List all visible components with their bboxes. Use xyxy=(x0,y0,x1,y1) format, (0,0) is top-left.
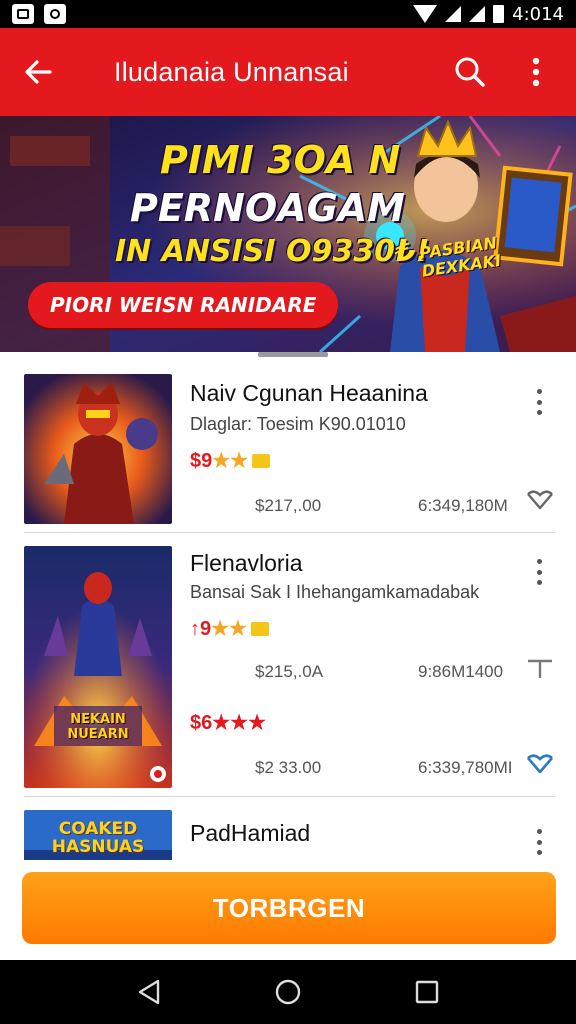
game-thumbnail[interactable] xyxy=(24,374,172,524)
game-price: $217,.00 xyxy=(255,496,322,515)
game-title: PadHamiad xyxy=(190,820,311,846)
app-bar: Iludanaia Unnansai xyxy=(0,28,576,116)
rating-value: $6 xyxy=(190,712,213,734)
list-item[interactable]: NEKAIN NUEARN Flenavloria Bansai Sak I I… xyxy=(0,534,576,797)
thumbnail-artwork xyxy=(24,374,172,524)
banner-headline-3: IN ANSISI O9330₺! xyxy=(115,234,430,269)
rating-stars: ★★ xyxy=(212,450,249,472)
game-downloads: 9:86M1400 xyxy=(418,662,504,681)
back-button[interactable] xyxy=(16,50,60,94)
app-notification-icon xyxy=(44,4,66,24)
nav-back-button[interactable] xyxy=(127,970,171,1014)
gallery-notification-icon xyxy=(12,4,34,24)
game-price: $215,.0A xyxy=(255,662,324,681)
like-badge-icon xyxy=(250,622,269,636)
list-divider xyxy=(24,796,556,797)
game-subtitle: Bansai Sak I Ihehangamkamadabak xyxy=(190,582,480,602)
list-item[interactable]: COAKED HASNUAS PadHamiad xyxy=(0,798,576,860)
banner-headline-2: PERNOAGAM xyxy=(130,186,405,230)
search-icon xyxy=(455,57,485,87)
rating-stars: ★★★ xyxy=(212,712,267,734)
banner-headline-1: PIMI 3OA N xyxy=(160,138,401,182)
wishlist-icon[interactable] xyxy=(526,490,554,512)
battery-icon xyxy=(493,5,505,23)
game-rating-secondary: $6★★★ xyxy=(190,710,266,735)
home-circle-icon xyxy=(275,979,301,1005)
banner-cta-button[interactable]: PIORI WEISN RANIDARE xyxy=(28,282,339,328)
signal-icon-2 xyxy=(469,6,486,22)
item-menu-button[interactable] xyxy=(528,556,550,588)
list-item[interactable]: Naiv Cgunan Heaanina Dlaglar: Toesim K90… xyxy=(0,362,576,533)
system-nav-bar xyxy=(0,960,576,1024)
game-title: Flenavloria xyxy=(190,550,303,576)
more-vert-icon xyxy=(532,57,540,87)
back-arrow-icon xyxy=(25,60,52,84)
triangle-back-icon xyxy=(139,979,160,1005)
game-rating: $9★★ xyxy=(190,448,271,473)
thumbnail-logo: NEKAIN NUEARN xyxy=(67,712,129,742)
game-price-secondary: $2 33.00 xyxy=(255,758,322,777)
thumbnail-artwork xyxy=(24,546,172,788)
recents-square-icon xyxy=(415,980,438,1004)
rating-stars: ★★ xyxy=(211,618,247,640)
wishlist-icon[interactable] xyxy=(526,754,554,776)
status-bar: 4:014 xyxy=(0,0,576,28)
overflow-menu-button[interactable] xyxy=(514,50,558,94)
rating-value: $9 xyxy=(190,450,213,472)
carousel-indicator xyxy=(258,352,328,357)
status-time: 4:014 xyxy=(512,3,564,25)
signal-icon xyxy=(445,6,462,22)
game-subtitle: Dlaglar: Toesim K90.01010 xyxy=(190,414,406,434)
item-menu-button[interactable] xyxy=(528,386,550,418)
game-list: Naiv Cgunan Heaanina Dlaglar: Toesim K90… xyxy=(0,362,576,860)
game-title: Naiv Cgunan Heaanina xyxy=(190,380,428,406)
collapse-icon[interactable] xyxy=(526,658,554,680)
search-button[interactable] xyxy=(448,50,492,94)
nav-recents-button[interactable] xyxy=(405,970,449,1014)
game-rating: ↑9★★ xyxy=(190,616,269,641)
item-menu-button[interactable] xyxy=(528,826,550,858)
thumbnail-logo: COAKED HASNUAS xyxy=(51,819,145,857)
page-title: Iludanaia Unnansai xyxy=(114,56,349,87)
like-badge-icon xyxy=(252,454,271,468)
list-divider xyxy=(24,532,556,533)
rating-value: ↑9 xyxy=(190,618,212,640)
game-downloads-secondary: 6:339,780MI xyxy=(418,758,513,777)
game-downloads: 6:349,180M xyxy=(418,496,508,515)
promo-banner[interactable]: PIMI 3OA N PERNOAGAM IN ANSISI O9330₺! P… xyxy=(0,116,576,352)
bottom-cta-area: TORBRGEN xyxy=(0,860,576,960)
game-thumbnail[interactable]: COAKED HASNUAS xyxy=(24,810,172,860)
game-thumbnail[interactable]: NEKAIN NUEARN xyxy=(24,546,172,788)
primary-action-button[interactable]: TORBRGEN xyxy=(22,872,556,944)
nav-home-button[interactable] xyxy=(266,970,310,1014)
wifi-icon xyxy=(413,5,438,23)
